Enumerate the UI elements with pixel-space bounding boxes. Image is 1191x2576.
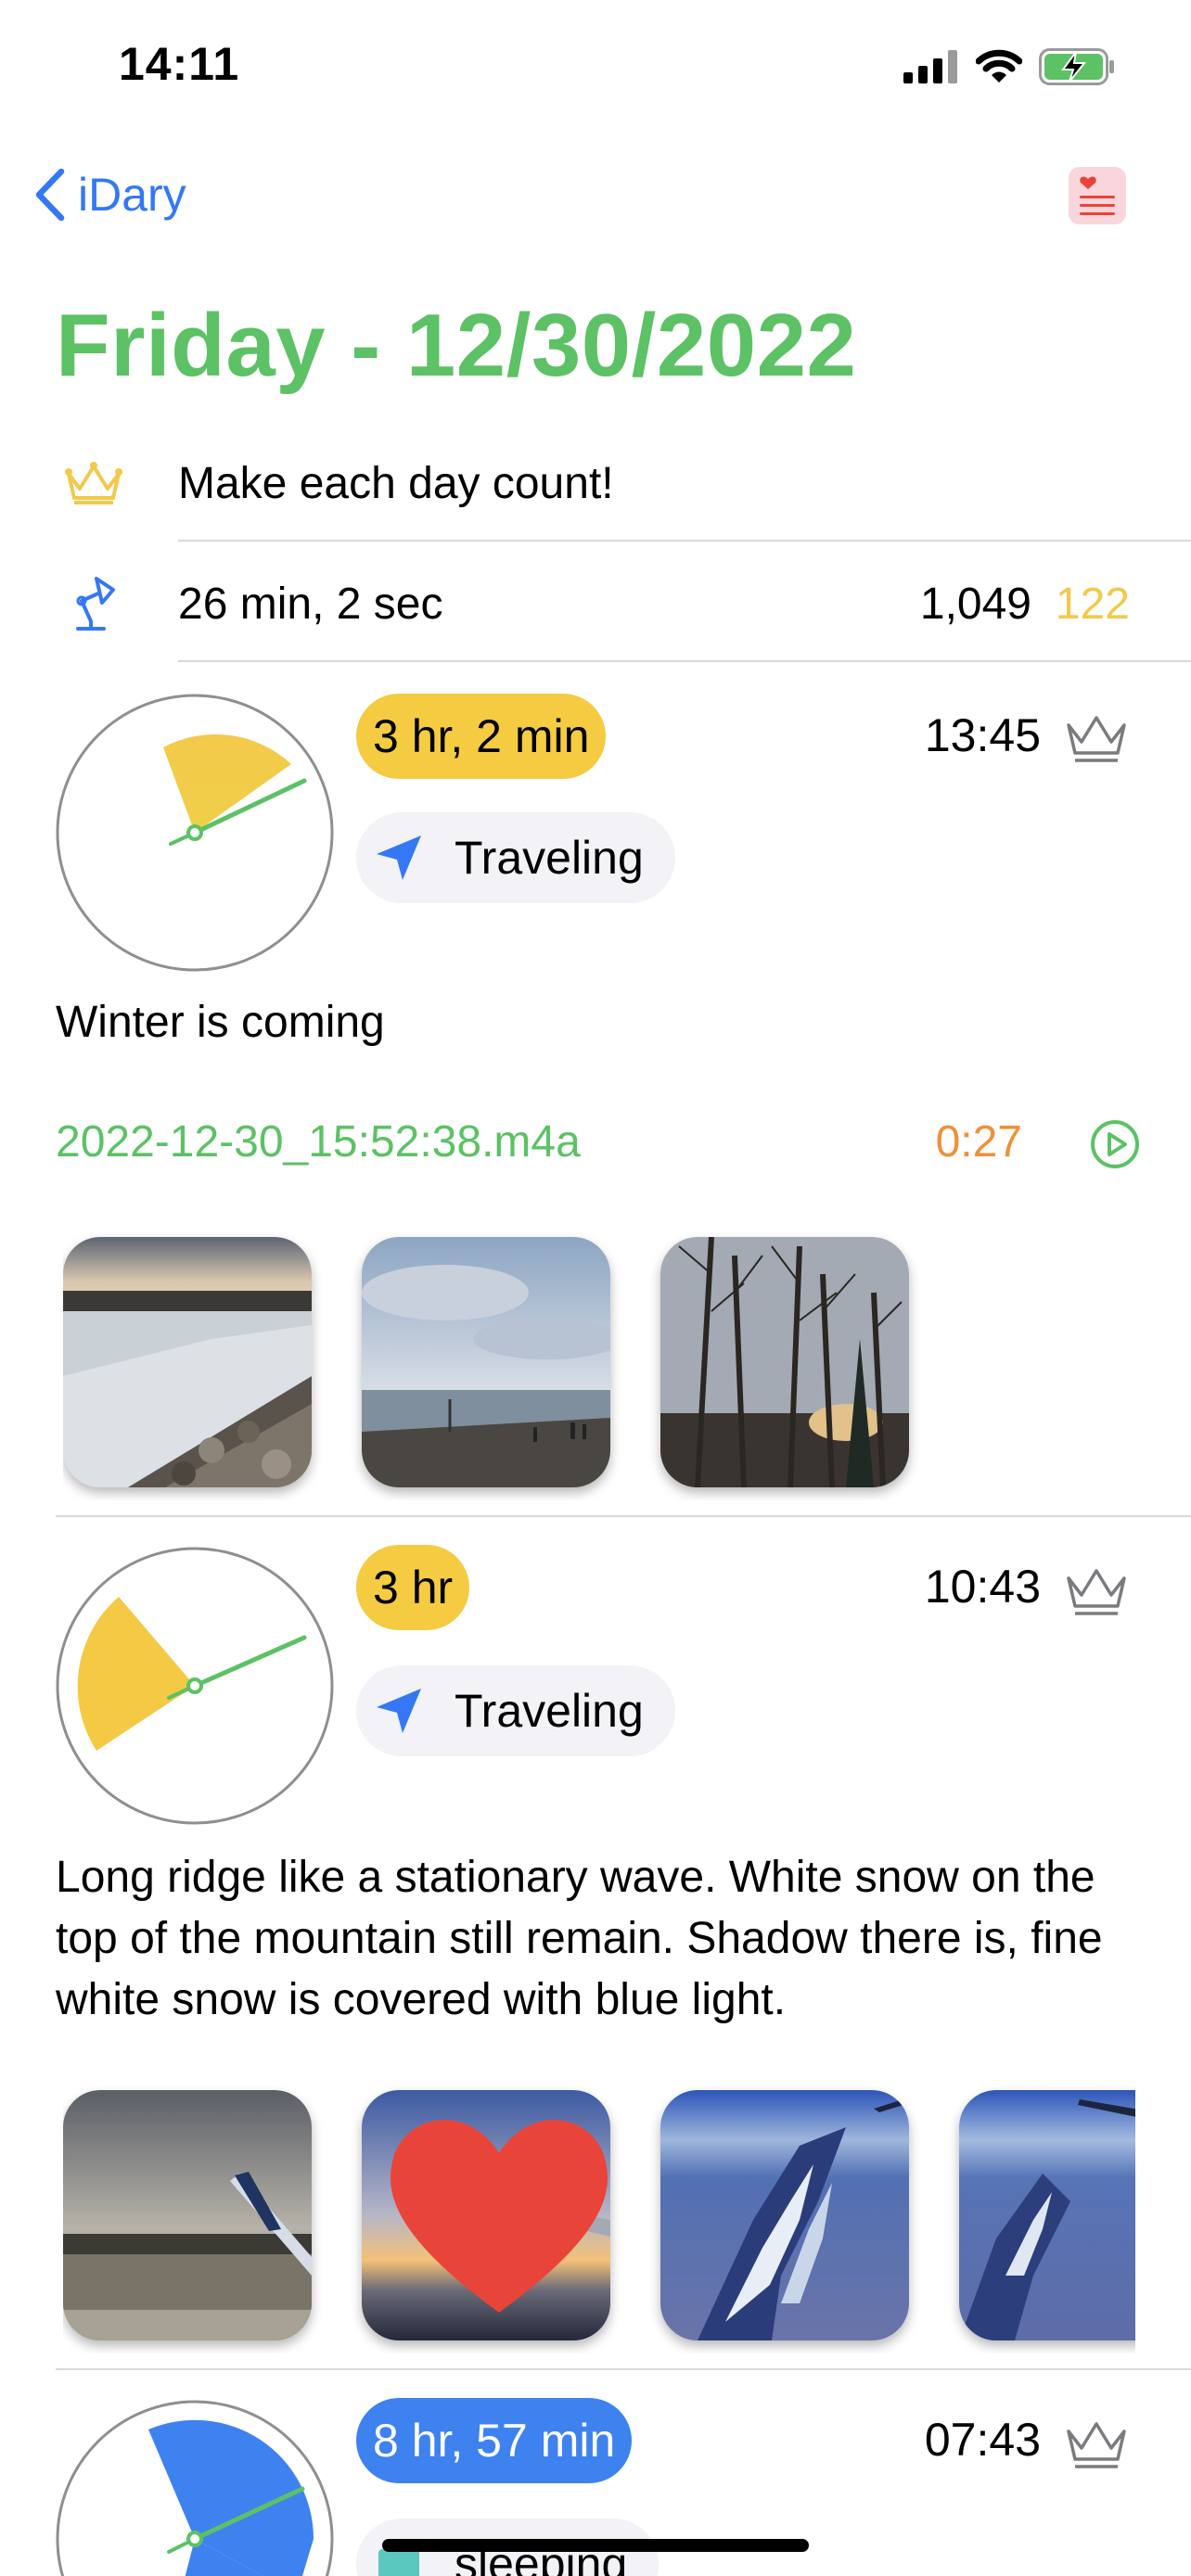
stats-row: 26 min, 2 sec 1,049 122 [0, 542, 1191, 662]
photo-strip [63, 1231, 1135, 1500]
audio-duration: 0:27 [935, 1117, 1022, 1167]
activity-tag[interactable]: Traveling [356, 812, 675, 903]
beach-overcast-photo[interactable] [362, 1237, 610, 1487]
cellular-signal-icon [903, 50, 957, 83]
divider [178, 660, 1191, 662]
page-title: Friday - 12/30/2022 [56, 296, 857, 395]
nav-bar: iDary [0, 148, 1191, 241]
activity-label: Traveling [455, 832, 644, 884]
crown-icon[interactable] [1063, 1563, 1130, 1619]
entry-time: 10:43 [924, 1561, 1041, 1613]
duration-badge: 8 hr, 57 min [356, 2398, 633, 2483]
back-button-label: iDary [78, 169, 186, 221]
activity-label: Traveling [455, 1685, 644, 1737]
activity-tag[interactable]: Traveling [356, 1665, 675, 1756]
streak-count: 122 [1055, 580, 1130, 629]
battery-charging-icon [1039, 48, 1114, 85]
wifi-icon [976, 49, 1022, 83]
snowy-mountains-aerial-photo[interactable] [660, 2090, 909, 2340]
word-count: 1,049 [919, 580, 1031, 629]
crown-icon[interactable] [1063, 2417, 1130, 2472]
time-dial-icon [56, 694, 334, 972]
desk-lamp-icon [61, 571, 126, 636]
entry-separator [56, 2368, 1191, 2370]
entry-text[interactable]: Long ridge like a stationary wave. White… [56, 1847, 1141, 2031]
play-icon[interactable] [1089, 1118, 1141, 1170]
audio-file-name[interactable]: 2022-12-30_15:52:38.m4a [56, 1116, 581, 1167]
writing-time: 26 min, 2 sec [178, 580, 443, 629]
quote-text: Make each day count! [178, 459, 614, 508]
time-dial-icon [56, 2400, 334, 2576]
entry-time: 13:45 [924, 709, 1041, 761]
status-icons [903, 46, 1115, 87]
back-button[interactable]: iDary [33, 159, 186, 230]
audio-attachment[interactable]: 2022-12-30_15:52:38.m4a 0:27 [56, 1107, 1141, 1181]
location-arrow-icon [377, 1689, 421, 1733]
location-arrow-icon [377, 835, 421, 880]
duration-badge: 3 hr, 2 min [356, 694, 607, 779]
entry-time: 07:43 [924, 2414, 1041, 2466]
chevron-left-icon [35, 168, 65, 222]
frozen-shore-photo[interactable] [63, 1237, 312, 1487]
entry-text[interactable]: Winter is coming [56, 992, 1141, 1053]
home-indicator[interactable] [382, 2539, 809, 2552]
heart-list-icon [1080, 176, 1115, 215]
crown-icon[interactable] [1063, 710, 1130, 766]
status-bar: 14:11 [0, 0, 1191, 130]
favorite-heart-icon[interactable] [375, 2090, 610, 2331]
time-dial-icon [56, 1547, 334, 1825]
crown-icon [61, 451, 126, 516]
entry-separator [56, 1515, 1191, 1517]
status-time: 14:11 [119, 38, 240, 90]
airplane-wing-runway-photo[interactable] [63, 2090, 312, 2340]
duration-badge: 3 hr [356, 1545, 470, 1630]
quote-row[interactable]: Make each day count! [0, 421, 1191, 542]
diary-menu-button[interactable] [1069, 167, 1126, 224]
photo-strip [63, 2085, 1135, 2353]
mountains-wingtip-photo[interactable] [959, 2090, 1135, 2340]
airplane-wing-sunset-photo[interactable] [362, 2090, 610, 2340]
bare-trees-sunset-photo[interactable] [660, 1237, 909, 1487]
